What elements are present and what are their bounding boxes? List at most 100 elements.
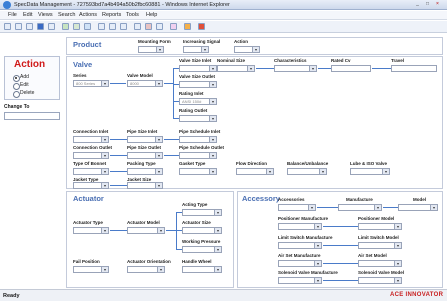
valve-size-inlet-dropdown[interactable] <box>179 65 217 72</box>
actuator-type-dropdown[interactable] <box>73 227 109 234</box>
menu-reports[interactable]: Reports <box>102 12 121 18</box>
close-button[interactable]: × <box>433 1 442 8</box>
change-to-input[interactable] <box>4 112 60 120</box>
stop-icon[interactable] <box>145 23 152 30</box>
new-icon[interactable] <box>4 23 11 30</box>
working-pressure-dropdown[interactable] <box>182 246 222 253</box>
actuator-size-dropdown[interactable] <box>182 227 222 234</box>
connection-inlet-dropdown[interactable] <box>73 136 109 143</box>
actuator-title: Actuator <box>73 194 104 203</box>
actuator-model-dropdown[interactable] <box>127 227 165 234</box>
menu-views[interactable]: Views <box>38 12 53 18</box>
exit-icon[interactable] <box>198 23 205 30</box>
filter-icon[interactable] <box>73 23 80 30</box>
radio-edit[interactable]: Edit <box>13 82 57 90</box>
feed-icon[interactable] <box>184 23 191 30</box>
window-titlebar: SpecData Management - 727593bd7a4b494a50… <box>0 0 447 10</box>
connector-line <box>173 84 179 85</box>
undo-icon[interactable] <box>120 23 127 30</box>
menu-edit[interactable]: Edit <box>23 12 32 18</box>
model-dropdown[interactable] <box>398 204 438 211</box>
valve-size-outlet-label: Valve Size Outlet <box>179 74 216 79</box>
connector-line <box>110 230 127 231</box>
air-set-model-dropdown[interactable] <box>358 260 402 267</box>
acting-type-dropdown[interactable] <box>182 209 222 216</box>
characteristics-dropdown[interactable] <box>274 65 317 72</box>
manufacture-dropdown[interactable] <box>338 204 382 211</box>
pipe-size-inlet-dropdown[interactable] <box>127 136 163 143</box>
connection-outlet-dropdown[interactable] <box>73 152 109 159</box>
valve-model-dropdown[interactable]: 8000 <box>127 80 163 87</box>
minimize-button[interactable]: _ <box>413 1 422 8</box>
pipe-schedule-outlet-dropdown[interactable] <box>179 152 217 159</box>
positioner-model-dropdown[interactable] <box>358 223 402 230</box>
pipe-schedule-inlet-dropdown[interactable] <box>179 136 217 143</box>
jacket-size-dropdown[interactable] <box>127 182 163 189</box>
solenoid-valve-model-dropdown[interactable] <box>358 277 402 284</box>
status-text: Ready <box>3 293 20 299</box>
series-dropdown[interactable]: 800 Series <box>73 80 109 87</box>
travel-input[interactable] <box>391 65 437 72</box>
valve-panel: Valve Series 800 Series Valve Model 8000… <box>66 56 443 189</box>
handle-wheel-dropdown[interactable] <box>182 266 222 273</box>
lube-iso-valve-dropdown[interactable] <box>350 168 390 175</box>
accessories-dropdown[interactable] <box>278 204 316 211</box>
action-dropdown[interactable] <box>234 46 260 53</box>
radio-delete[interactable]: Delete <box>13 90 57 98</box>
copy-icon[interactable] <box>26 23 33 30</box>
favorite-icon[interactable] <box>170 23 177 30</box>
type-of-bonnet-label: Type Of Bonnet <box>73 161 107 166</box>
menu-actions[interactable]: Actions <box>79 12 97 18</box>
pipe-size-outlet-dropdown[interactable] <box>127 152 163 159</box>
open-icon[interactable] <box>15 23 22 30</box>
jacket-type-dropdown[interactable] <box>73 182 109 189</box>
rating-inlet-dropdown[interactable]: ANSI 150# <box>179 98 217 105</box>
actuator-orientation-dropdown[interactable] <box>127 266 165 273</box>
mounting-form-dropdown[interactable] <box>138 46 164 53</box>
flow-direction-dropdown[interactable] <box>236 168 274 175</box>
limit-switch-model-dropdown[interactable] <box>358 242 402 249</box>
save-icon[interactable] <box>37 23 44 30</box>
print-icon[interactable] <box>98 23 105 30</box>
preview-icon[interactable] <box>109 23 116 30</box>
limit-switch-manufacture-dropdown[interactable] <box>278 242 322 249</box>
connector-line <box>372 68 391 69</box>
valve-size-outlet-dropdown[interactable] <box>179 81 217 88</box>
app-content: Action Add Edit Delete Change To Product… <box>0 34 447 289</box>
connector-line <box>173 101 179 102</box>
type-of-bonnet-dropdown[interactable] <box>73 168 109 175</box>
nominal-size-label: Nominal Size <box>217 58 246 63</box>
delete-icon[interactable] <box>48 23 55 30</box>
radio-add[interactable]: Add <box>13 74 57 82</box>
maximize-button[interactable]: □ <box>423 1 432 8</box>
limit-switch-manufacture-label: Limit Switch Manufacture <box>278 235 333 240</box>
action-label: Action <box>234 39 248 44</box>
nominal-size-dropdown[interactable] <box>217 65 255 72</box>
positioner-manufacture-label: Positioner Manufacture <box>278 216 329 221</box>
accessories-label: Accessories <box>278 197 305 202</box>
menu-tools[interactable]: Tools <box>126 12 139 18</box>
fail-position-dropdown[interactable] <box>73 266 109 273</box>
pipe-schedule-outlet-label: Pipe Schedule Outlet <box>179 145 225 150</box>
rating-outlet-label: Rating Outlet <box>179 108 208 113</box>
balance-unbalance-dropdown[interactable] <box>287 168 327 175</box>
connector-line <box>110 139 127 140</box>
connector-line <box>176 212 177 250</box>
rating-outlet-dropdown[interactable] <box>179 115 217 122</box>
home-icon[interactable] <box>156 23 163 30</box>
air-set-model-label: Air Set Model <box>358 253 387 258</box>
rated-cv-input[interactable] <box>331 65 371 72</box>
menu-help[interactable]: Help <box>146 12 157 18</box>
working-pressure-label: Working Pressure <box>182 239 221 244</box>
increasing-signal-dropdown[interactable] <box>183 46 209 53</box>
menu-file[interactable]: File <box>8 12 17 18</box>
refresh-icon[interactable] <box>134 23 141 30</box>
search-icon[interactable] <box>62 23 69 30</box>
air-set-manufacture-dropdown[interactable] <box>278 260 322 267</box>
packing-type-dropdown[interactable] <box>127 168 163 175</box>
menu-search[interactable]: Search <box>58 12 75 18</box>
solenoid-valve-manufacture-dropdown[interactable] <box>278 277 322 284</box>
positioner-manufacture-dropdown[interactable] <box>278 223 322 230</box>
gasket-type-dropdown[interactable] <box>179 168 217 175</box>
report-icon[interactable] <box>84 23 91 30</box>
